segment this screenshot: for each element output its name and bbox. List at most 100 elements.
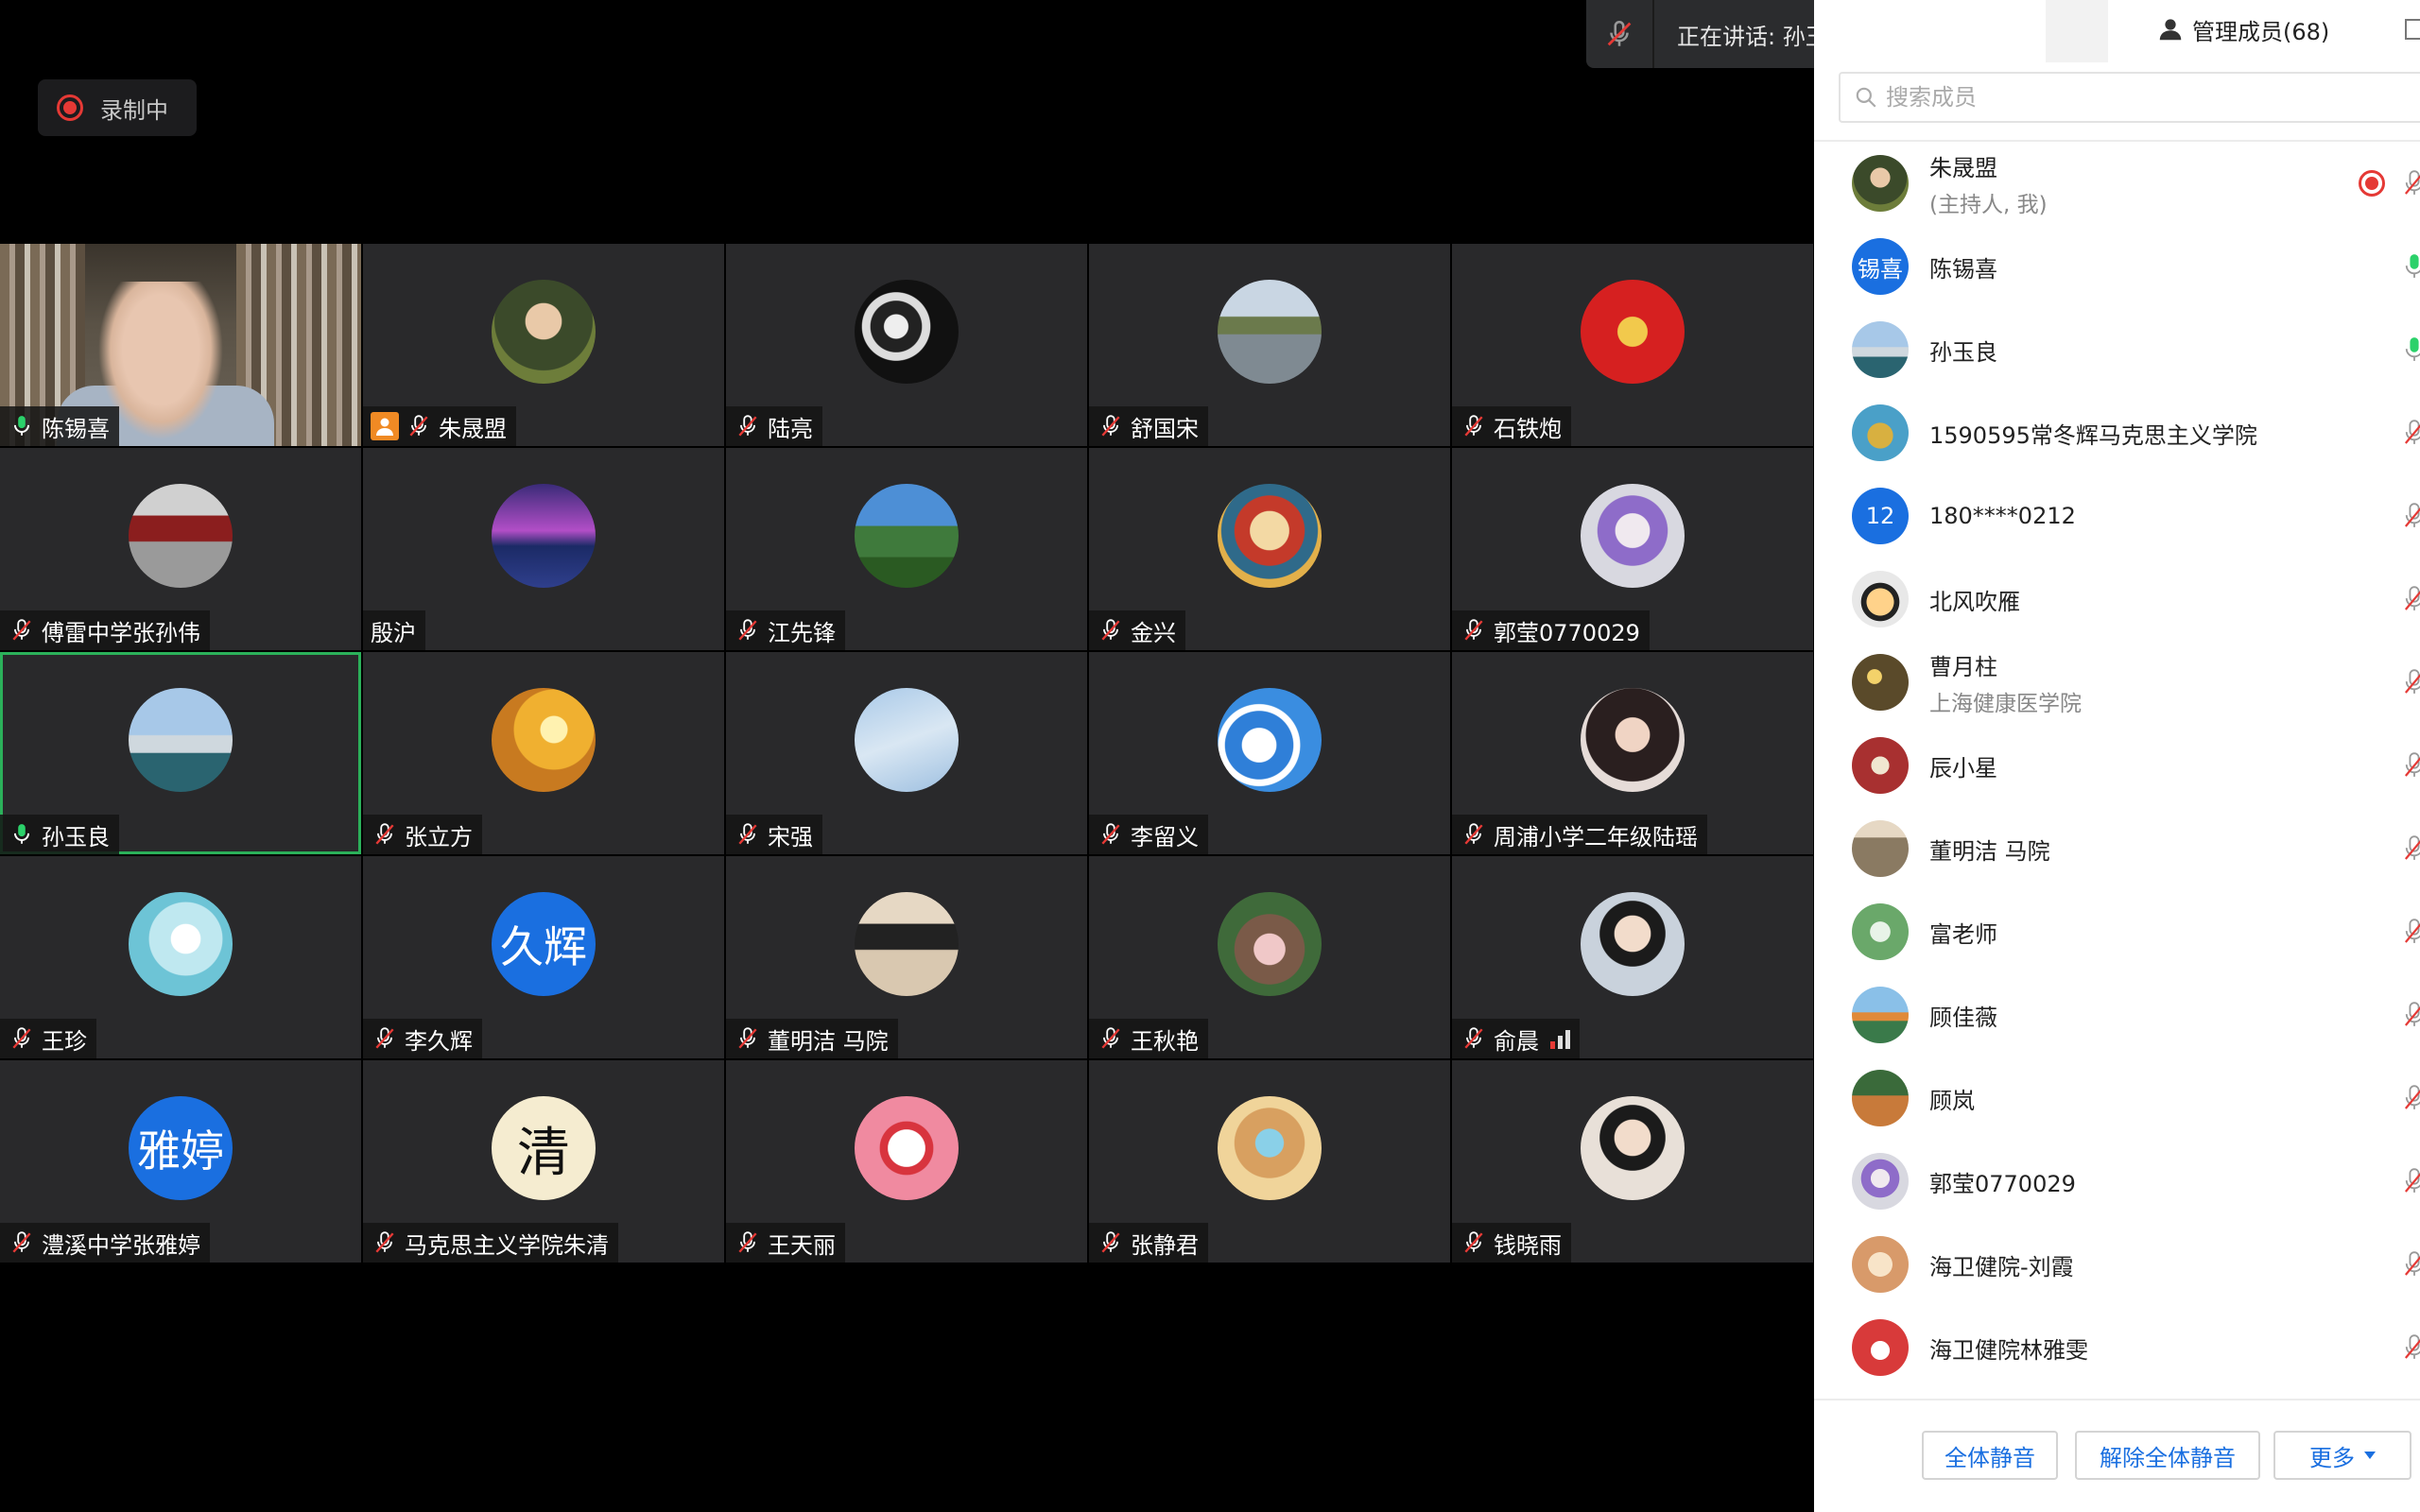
name-tag: 郭莹0770029: [1452, 610, 1650, 650]
member-row[interactable]: 12 180****0212: [1814, 474, 2420, 558]
member-subtitle: 上海健康医学院: [1929, 691, 2082, 716]
member-row[interactable]: 孙玉良: [1814, 308, 2420, 391]
member-name: 富老师: [1929, 920, 1997, 948]
member-info: 陈锡喜: [1929, 250, 1997, 284]
member-name: 郭莹0770029: [1929, 1170, 2076, 1197]
mic-muted-icon: [1460, 616, 1488, 644]
avatar: [1581, 688, 1685, 792]
video-tile[interactable]: 久辉 李久辉: [363, 856, 724, 1058]
more-button[interactable]: 更多: [2273, 1431, 2411, 1480]
member-row[interactable]: 锡喜 陈锡喜: [1814, 225, 2420, 308]
mic-muted-icon[interactable]: [2404, 1250, 2420, 1279]
video-tile[interactable]: 金兴: [1089, 448, 1450, 650]
unmute-all-button[interactable]: 解除全体静音: [2075, 1431, 2260, 1480]
video-tile[interactable]: 王秋艳: [1089, 856, 1450, 1058]
participant-name: 王天丽: [768, 1231, 836, 1259]
name-tag: 王珍: [0, 1019, 96, 1058]
video-tile[interactable]: 张立方: [363, 652, 724, 854]
mic-muted-icon: [1097, 1024, 1125, 1053]
mic-muted-icon[interactable]: [2404, 502, 2420, 530]
video-tile[interactable]: 朱晟盟: [363, 244, 724, 446]
video-tile[interactable]: 孙玉良: [0, 652, 361, 854]
mute-all-button[interactable]: 全体静音: [1922, 1431, 2058, 1480]
mic-icon[interactable]: [2404, 252, 2420, 281]
member-row[interactable]: 董明洁 马院: [1814, 807, 2420, 890]
member-row[interactable]: 辰小星: [1814, 724, 2420, 807]
member-row[interactable]: 1590595常冬辉马克思主义学院: [1814, 391, 2420, 474]
participant-name: 张静君: [1131, 1231, 1199, 1259]
video-tile[interactable]: 雅婷 澧溪中学张雅婷: [0, 1060, 361, 1263]
mic-muted-icon[interactable]: [2404, 1333, 2420, 1362]
video-tile[interactable]: 周浦小学二年级陆瑶: [1452, 652, 1813, 854]
mic-muted-icon[interactable]: [2404, 1001, 2420, 1029]
tab-manage-members[interactable]: 管理成员(68): [2156, 0, 2329, 59]
video-tile[interactable]: 江先锋: [726, 448, 1087, 650]
video-tile[interactable]: 陆亮: [726, 244, 1087, 446]
mic-muted-icon: [1460, 412, 1488, 440]
video-tile[interactable]: 殷沪: [363, 448, 724, 650]
mic-muted-icon[interactable]: [2404, 1084, 2420, 1112]
video-tile[interactable]: 宋强: [726, 652, 1087, 854]
mic-muted-icon: [734, 820, 762, 849]
member-row[interactable]: 郭莹0770029: [1814, 1140, 2420, 1223]
mic-muted-icon[interactable]: [2404, 751, 2420, 780]
member-search[interactable]: [1839, 72, 2420, 123]
member-info: 富老师: [1929, 916, 1997, 949]
mic-icon[interactable]: [2404, 335, 2420, 364]
avatar-initials: 雅婷: [137, 1125, 224, 1177]
mic-muted-icon[interactable]: [2404, 419, 2420, 447]
member-info: 郭莹0770029: [1929, 1165, 2076, 1198]
popout-icon[interactable]: [2405, 19, 2420, 40]
avatar: [129, 484, 233, 588]
video-tile[interactable]: 郭莹0770029: [1452, 448, 1813, 650]
mic-muted-icon[interactable]: [2404, 585, 2420, 613]
avatar: [1852, 155, 1909, 212]
recording-indicator[interactable]: 录制中: [38, 79, 197, 136]
video-tile[interactable]: 俞晨: [1452, 856, 1813, 1058]
video-tile[interactable]: 张静君: [1089, 1060, 1450, 1263]
video-tile[interactable]: 李留义: [1089, 652, 1450, 854]
mic-muted-icon[interactable]: [2404, 1167, 2420, 1195]
mic-muted-icon: [734, 412, 762, 440]
avatar: [855, 484, 959, 588]
name-tag: 王天丽: [726, 1223, 845, 1263]
network-signal-icon: [1550, 1028, 1570, 1049]
mic-muted-icon[interactable]: [2404, 169, 2420, 198]
participant-name: 董明洁 马院: [768, 1027, 889, 1055]
member-icon: [2159, 19, 2182, 41]
record-icon: [57, 94, 83, 121]
member-row[interactable]: 北风吹雁: [1814, 558, 2420, 641]
participant-name: 宋强: [768, 823, 813, 850]
avatar: [1218, 892, 1322, 996]
video-tile[interactable]: 王珍: [0, 856, 361, 1058]
tab-chat[interactable]: [2046, 0, 2108, 62]
video-tile[interactable]: 董明洁 马院: [726, 856, 1087, 1058]
member-row[interactable]: 富老师: [1814, 890, 2420, 973]
member-info: 北风吹雁: [1929, 583, 2020, 616]
name-tag: 马克思主义学院朱清: [363, 1223, 618, 1263]
video-tile[interactable]: 傅雷中学张孙伟: [0, 448, 361, 650]
mic-muted-icon: [371, 1024, 399, 1053]
member-row[interactable]: 顾岚: [1814, 1057, 2420, 1140]
video-tile[interactable]: 清马克思主义学院朱清: [363, 1060, 724, 1263]
video-tile[interactable]: 石铁炮: [1452, 244, 1813, 446]
video-tile[interactable]: 王天丽: [726, 1060, 1087, 1263]
member-row[interactable]: 海卫健院-刘霞: [1814, 1223, 2420, 1306]
video-tile[interactable]: 舒国宋: [1089, 244, 1450, 446]
search-input[interactable]: [1886, 84, 2359, 111]
member-row[interactable]: 朱晟盟 (主持人, 我): [1814, 142, 2420, 225]
avatar: [1581, 892, 1685, 996]
member-row[interactable]: 海卫健院林雅雯: [1814, 1306, 2420, 1389]
member-name: 180****0212: [1929, 503, 2076, 529]
video-tile[interactable]: 陈锡喜: [0, 244, 361, 446]
mic-muted-icon[interactable]: [2404, 834, 2420, 863]
mic-muted-icon: [8, 616, 36, 644]
mic-muted-icon[interactable]: [2404, 668, 2420, 696]
avatar: [1852, 404, 1909, 461]
video-tile[interactable]: 钱晓雨: [1452, 1060, 1813, 1263]
name-tag: 朱晟盟: [363, 406, 516, 446]
member-row[interactable]: 曹月柱 上海健康医学院: [1814, 641, 2420, 724]
mic-muted-icon[interactable]: [2404, 918, 2420, 946]
participant-name: 陆亮: [768, 415, 813, 442]
member-row[interactable]: 顾佳薇: [1814, 973, 2420, 1057]
